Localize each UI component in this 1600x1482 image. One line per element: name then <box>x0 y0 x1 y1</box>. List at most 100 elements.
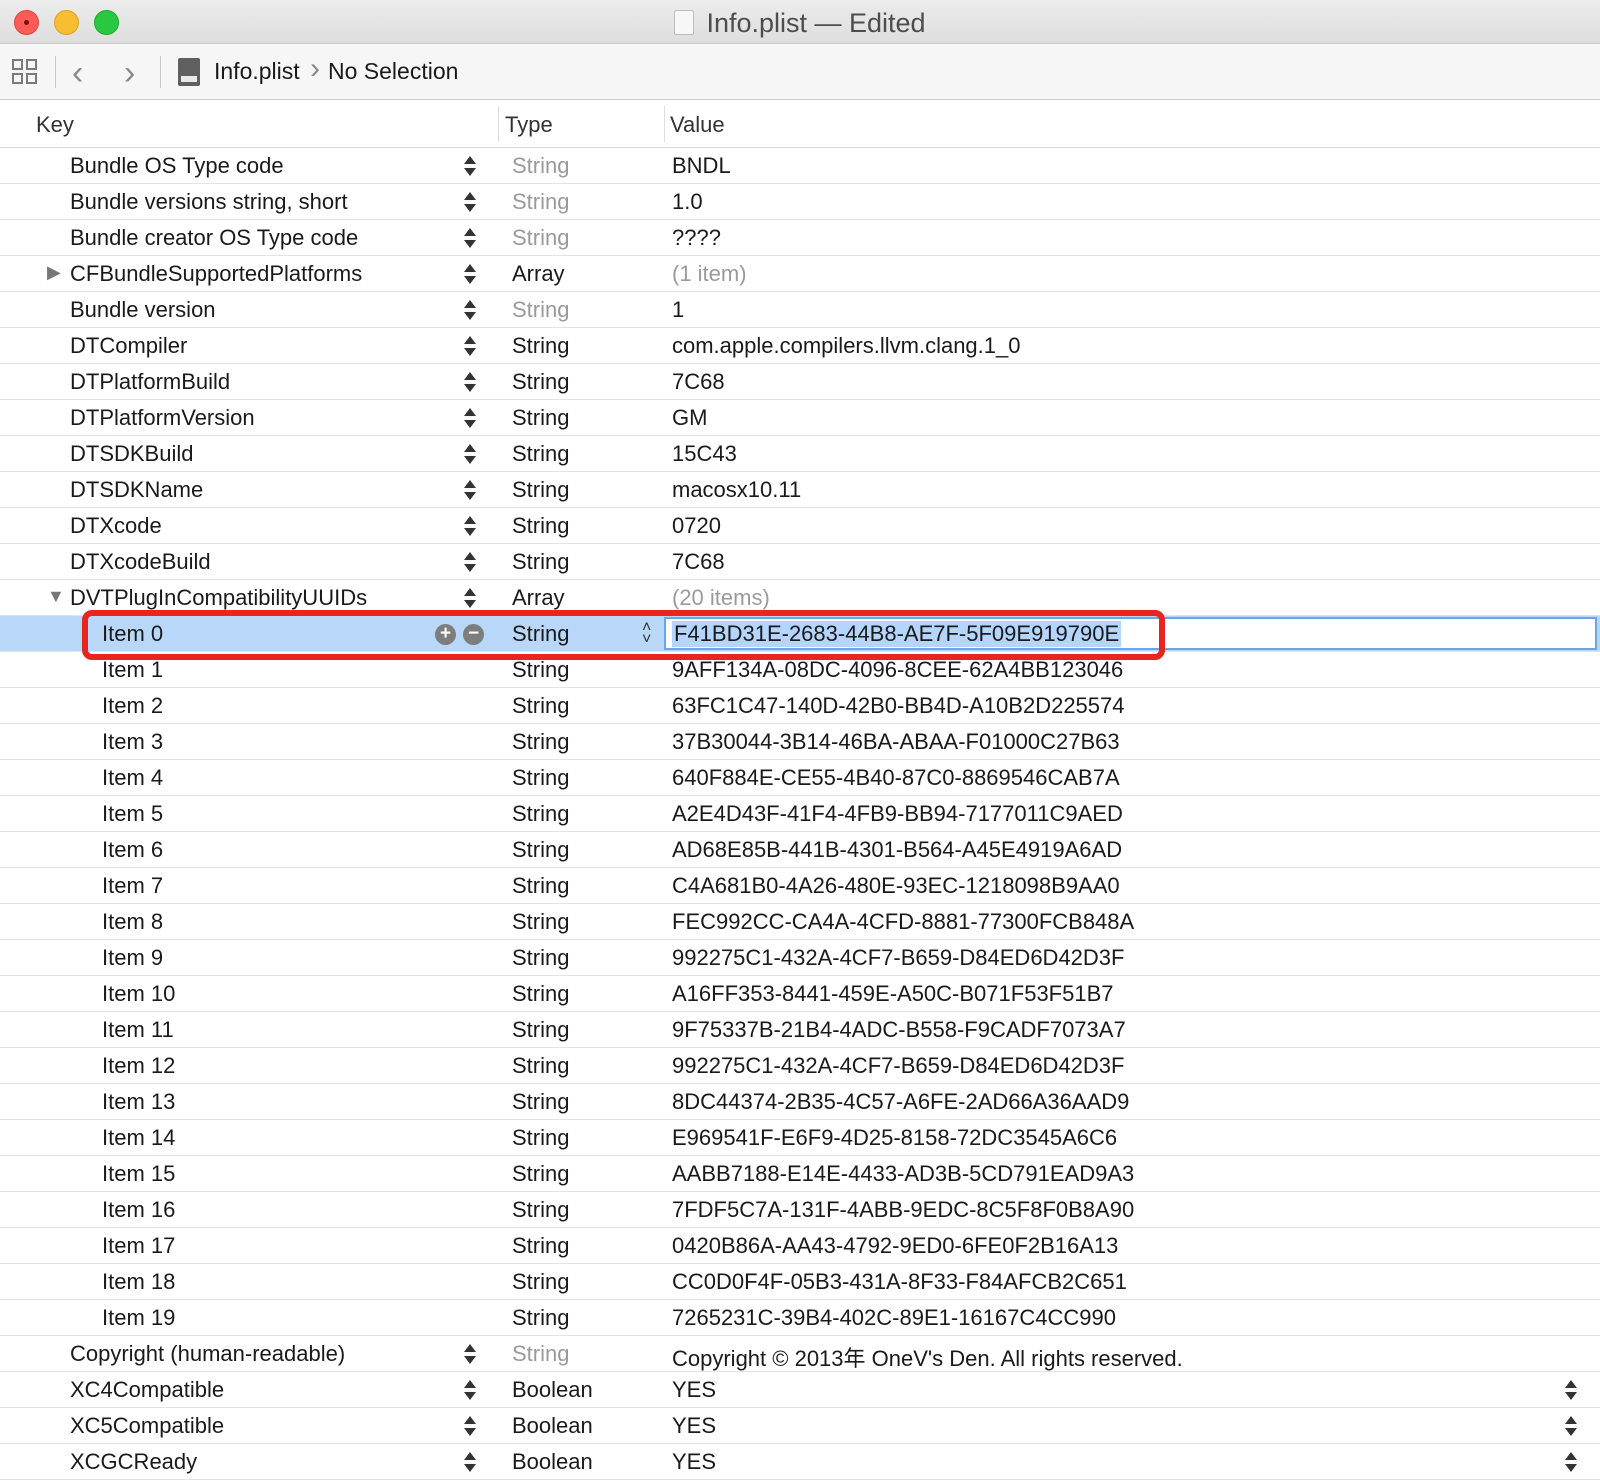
key-stepper-icon[interactable] <box>464 152 476 180</box>
row-key[interactable]: Item 9 <box>102 945 163 971</box>
row-value[interactable]: 7C68 <box>672 369 725 395</box>
row-value[interactable]: com.apple.compilers.llvm.clang.1_0 <box>672 333 1021 359</box>
row-value[interactable]: 9AFF134A-08DC-4096-8CEE-62A4BB123046 <box>672 657 1123 683</box>
row-type[interactable]: Boolean <box>512 1449 593 1475</box>
row-type[interactable]: String <box>512 513 569 539</box>
row-type[interactable]: String <box>512 189 569 215</box>
row-type[interactable]: String <box>512 225 569 251</box>
row-type[interactable]: String <box>512 333 569 359</box>
value-popup-stepper-icon[interactable] <box>1565 1376 1577 1404</box>
row-key[interactable]: Item 17 <box>102 1233 175 1259</box>
breadcrumb-selection[interactable]: No Selection <box>328 58 458 85</box>
row-value[interactable]: AABB7188-E14E-4433-AD3B-5CD791EAD9A3 <box>672 1161 1134 1187</box>
row-value[interactable]: 992275C1-432A-4CF7-B659-D84ED6D42D3F <box>672 945 1124 971</box>
row-type[interactable]: String <box>512 1089 569 1115</box>
row-type[interactable]: String <box>512 1125 569 1151</box>
related-items-grid-icon[interactable] <box>12 59 40 87</box>
row-value[interactable]: 640F884E-CE55-4B40-87C0-8869546CAB7A <box>672 765 1120 791</box>
column-header-value[interactable]: Value <box>670 112 725 138</box>
table-row[interactable]: Item 2 String 63FC1C47-140D-42B0-BB4D-A10B… <box>0 688 1600 724</box>
row-key[interactable]: DTXcodeBuild <box>70 549 211 575</box>
row-key[interactable]: Item 15 <box>102 1161 175 1187</box>
key-stepper-icon[interactable] <box>464 332 476 360</box>
row-type[interactable]: String <box>512 1053 569 1079</box>
row-value[interactable]: AD68E85B-441B-4301-B564-A45E4919A6AD <box>672 837 1122 863</box>
row-key[interactable]: Bundle version <box>70 297 216 323</box>
row-type[interactable]: String <box>512 1017 569 1043</box>
table-row[interactable]: Bundle OS Type code String BNDL <box>0 148 1600 184</box>
table-row[interactable]: XCGCReady Boolean YES <box>0 1444 1600 1480</box>
row-key[interactable]: Item 19 <box>102 1305 175 1331</box>
column-divider[interactable] <box>498 106 499 142</box>
row-key[interactable]: Item 7 <box>102 873 163 899</box>
table-row[interactable]: Item 8 String FEC992CC-CA4A-4CFD-8881-7730… <box>0 904 1600 940</box>
row-value[interactable]: 992275C1-432A-4CF7-B659-D84ED6D42D3F <box>672 1053 1124 1079</box>
row-value[interactable]: 1.0 <box>672 189 703 215</box>
row-type[interactable]: String <box>512 405 569 431</box>
table-row[interactable]: XC4Compatible Boolean YES <box>0 1372 1600 1408</box>
row-key[interactable]: DTXcode <box>70 513 162 539</box>
row-value[interactable]: BNDL <box>672 153 731 179</box>
row-value[interactable]: CC0D0F4F-05B3-431A-8F33-F84AFCB2C651 <box>672 1269 1127 1295</box>
row-type[interactable]: String <box>512 477 569 503</box>
row-value[interactable]: GM <box>672 405 707 431</box>
row-type[interactable]: String <box>512 549 569 575</box>
row-key[interactable]: XC4Compatible <box>70 1377 224 1403</box>
row-type[interactable]: String <box>512 837 569 863</box>
table-row[interactable]: Item 14 String E969541F-E6F9-4D25-8158-72D… <box>0 1120 1600 1156</box>
disclosure-triangle-down-icon[interactable]: ▼ <box>47 586 65 607</box>
row-value[interactable]: (20 items) <box>672 585 770 611</box>
table-row[interactable]: Item 16 String 7FDF5C7A-131F-4ABB-9EDC-8C5… <box>0 1192 1600 1228</box>
table-row[interactable]: DTXcode String 0720 <box>0 508 1600 544</box>
row-value[interactable]: E969541F-E6F9-4D25-8158-72DC3545A6C6 <box>672 1125 1117 1151</box>
row-type[interactable]: String <box>512 657 569 683</box>
row-key[interactable]: Bundle versions string, short <box>70 189 348 215</box>
row-key[interactable]: Item 3 <box>102 729 163 755</box>
row-key[interactable]: DTSDKBuild <box>70 441 193 467</box>
row-key[interactable]: DTSDKName <box>70 477 203 503</box>
row-type[interactable]: Array <box>512 261 565 287</box>
chevron-left-icon[interactable]: ‹ <box>72 54 83 93</box>
row-value[interactable]: C4A681B0-4A26-480E-93EC-1218098B9AA0 <box>672 873 1120 899</box>
row-key[interactable]: XCGCReady <box>70 1449 197 1475</box>
row-type[interactable]: Boolean <box>512 1377 593 1403</box>
key-stepper-icon[interactable] <box>464 476 476 504</box>
row-value[interactable]: 63FC1C47-140D-42B0-BB4D-A10B2D225574 <box>672 693 1125 719</box>
row-key[interactable]: Bundle creator OS Type code <box>70 225 358 251</box>
row-value[interactable]: Copyright © 2013年 OneV's Den. All rights… <box>672 1341 1183 1373</box>
row-key[interactable]: Item 6 <box>102 837 163 863</box>
table-row[interactable]: DTSDKBuild String 15C43 <box>0 436 1600 472</box>
table-row[interactable]: Item 17 String 0420B86A-AA43-4792-9ED0-6FE… <box>0 1228 1600 1264</box>
key-stepper-icon[interactable] <box>464 440 476 468</box>
row-type[interactable]: String <box>512 945 569 971</box>
breadcrumb-file[interactable]: Info.plist <box>214 58 300 85</box>
row-type[interactable]: String <box>512 1341 569 1367</box>
row-value[interactable]: 7265231C-39B4-402C-89E1-16167C4CC990 <box>672 1305 1116 1331</box>
row-key[interactable]: Item 5 <box>102 801 163 827</box>
key-stepper-icon[interactable] <box>464 1376 476 1404</box>
table-row[interactable]: Item 19 String 7265231C-39B4-402C-89E1-161… <box>0 1300 1600 1336</box>
table-row[interactable]: DTSDKName String macosx10.11 <box>0 472 1600 508</box>
row-value[interactable]: ???? <box>672 225 721 251</box>
row-key[interactable]: Item 12 <box>102 1053 175 1079</box>
key-stepper-icon[interactable] <box>464 1412 476 1440</box>
table-row[interactable]: Item 4 String 640F884E-CE55-4B40-87C0-8869… <box>0 760 1600 796</box>
table-row[interactable]: DTXcodeBuild String 7C68 <box>0 544 1600 580</box>
row-key[interactable]: Item 1 <box>102 657 163 683</box>
row-type[interactable]: String <box>512 1269 569 1295</box>
chevron-right-icon[interactable]: › <box>124 54 135 93</box>
row-value[interactable]: YES <box>672 1377 716 1403</box>
column-header-key[interactable]: Key <box>36 112 74 138</box>
disclosure-triangle-right-icon[interactable]: ▶ <box>47 262 61 283</box>
row-value[interactable]: YES <box>672 1413 716 1439</box>
row-key[interactable]: Item 11 <box>102 1017 174 1043</box>
row-key[interactable]: DTPlatformVersion <box>70 405 255 431</box>
key-stepper-icon[interactable] <box>464 1340 476 1368</box>
key-stepper-icon[interactable] <box>464 260 476 288</box>
table-row[interactable]: Item 11 String 9F75337B-21B4-4ADC-B558-F9C… <box>0 1012 1600 1048</box>
row-value[interactable]: 0420B86A-AA43-4792-9ED0-6FE0F2B16A13 <box>672 1233 1118 1259</box>
row-key[interactable]: Item 14 <box>102 1125 175 1151</box>
row-type[interactable]: String <box>512 369 569 395</box>
document-proxy-icon[interactable] <box>674 10 695 35</box>
table-row[interactable]: ▶ CFBundleSupportedPlatforms Array (1 item) <box>0 256 1600 292</box>
